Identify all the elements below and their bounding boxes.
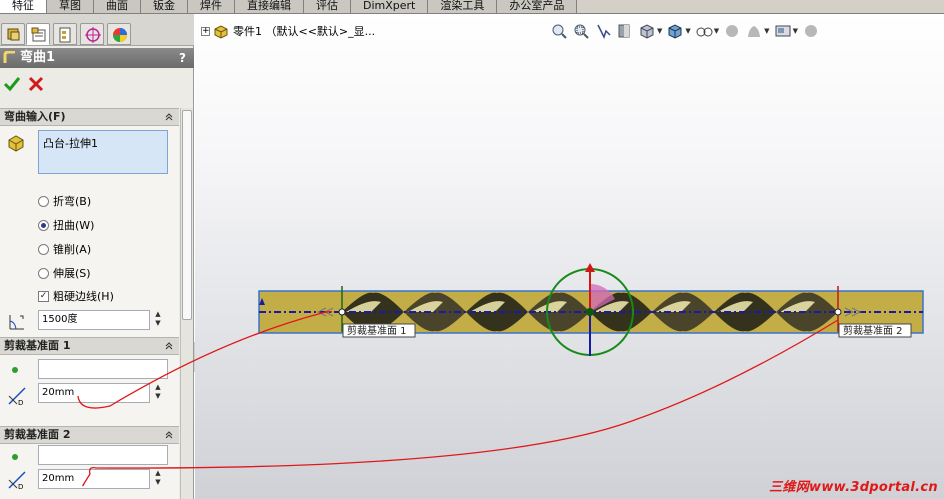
tab-6[interactable]: 评估 bbox=[304, 0, 351, 13]
dimxpert-manager-tab[interactable] bbox=[80, 23, 104, 45]
trim-plane-2-distance[interactable]: 20mm bbox=[42, 473, 74, 484]
trim-plane-2-callout: 剪裁基准面 2 bbox=[843, 324, 903, 337]
help-button[interactable]: ? bbox=[179, 48, 186, 68]
display-manager-icon bbox=[113, 28, 127, 42]
property-manager-tab[interactable] bbox=[26, 23, 50, 45]
flex-feature-icon bbox=[3, 51, 15, 63]
tab-5[interactable]: 直接编辑 bbox=[235, 0, 304, 13]
manager-tab-strip bbox=[0, 14, 194, 46]
bodies-selection-box[interactable]: 凸台-拉伸1 bbox=[38, 130, 168, 174]
trim-plane-1-title: 剪裁基准面 1 bbox=[4, 339, 71, 352]
bend-input-group: 凸台-拉伸1 折弯(B) 扭曲(W) 锥削(A) 伸展(S) ✓ 粗硬边线(H)… bbox=[0, 126, 179, 344]
trim-plane-1-distance[interactable]: 20mm bbox=[42, 387, 74, 398]
twist-angle-input[interactable]: 1500度 bbox=[38, 310, 150, 330]
tab-3[interactable]: 钣金 bbox=[141, 0, 188, 13]
panel-scrollbar[interactable] bbox=[180, 108, 193, 499]
site-watermark: 三维网www.3dportal.cn bbox=[769, 480, 938, 495]
feature-manager-icon bbox=[7, 28, 20, 41]
trim-plane-2-distance-input[interactable]: 20mm bbox=[38, 469, 150, 489]
option-label-fold: 折弯(B) bbox=[53, 195, 92, 208]
selected-body[interactable]: 凸台-拉伸1 bbox=[43, 137, 98, 150]
trim-plane-2-distance-spinner[interactable]: ▲ ▼ bbox=[152, 469, 164, 489]
feature-manager-tab[interactable] bbox=[1, 23, 25, 45]
trim-plane-1-reference-field[interactable] bbox=[38, 359, 168, 379]
bodies-selection-icon bbox=[8, 135, 24, 152]
twist-angle-spinner[interactable]: ▲ ▼ bbox=[152, 310, 164, 330]
trim-plane-1-handle[interactable] bbox=[338, 308, 346, 316]
twist-angle-icon bbox=[9, 315, 24, 330]
bend-option-taper[interactable]: 锥削(A) bbox=[38, 241, 91, 257]
trim-plane-2-handle[interactable] bbox=[834, 308, 842, 316]
bend-option-twist[interactable]: 扭曲(W) bbox=[38, 217, 94, 233]
svg-text:D: D bbox=[18, 399, 23, 407]
radio-stretch[interactable] bbox=[38, 267, 49, 279]
option-label-twist: 扭曲(W) bbox=[53, 219, 95, 232]
bend-option-fold[interactable]: 折弯(B) bbox=[38, 193, 91, 209]
radio-twist[interactable] bbox=[38, 219, 49, 231]
tab-1[interactable]: 草图 bbox=[47, 0, 94, 13]
trim-plane-1-distance-spinner[interactable]: ▲ ▼ bbox=[152, 383, 164, 403]
trim-plane-2-reference-field[interactable] bbox=[38, 445, 168, 465]
rigid-edges-option[interactable]: ✓ 粗硬边线(H) bbox=[38, 288, 114, 304]
svg-text:D: D bbox=[18, 483, 23, 491]
radio-taper[interactable] bbox=[38, 243, 49, 255]
dimxpert-manager-icon bbox=[85, 27, 101, 43]
trim-plane-1-group: D 20mm ▲ ▼ bbox=[0, 355, 179, 427]
triad-y-arrow bbox=[585, 263, 595, 272]
collapse-icon[interactable] bbox=[164, 429, 174, 445]
rigid-edges-checkbox[interactable]: ✓ bbox=[38, 290, 49, 302]
trim-distance-icon: D bbox=[8, 471, 26, 491]
trim-plane-2-group-header[interactable]: 剪裁基准面 2 bbox=[0, 426, 179, 444]
trim-distance-icon: D bbox=[8, 387, 26, 407]
trim-plane-2-title: 剪裁基准面 2 bbox=[4, 428, 71, 441]
bend-input-group-header[interactable]: 弯曲输入(F) bbox=[0, 108, 179, 126]
property-manager-panel: 弯曲1 ? 弯曲输入(F) 凸台-拉伸1 折弯(B) 扭曲(W) 锥削(A) 伸… bbox=[0, 14, 194, 499]
feature-name: 弯曲1 bbox=[20, 50, 56, 65]
radio-fold[interactable] bbox=[38, 195, 49, 207]
model-viewport: 剪裁基准面 1 剪裁基准面 2 bbox=[258, 263, 924, 356]
option-label-taper: 锥削(A) bbox=[53, 243, 92, 256]
option-label-stretch: 伸展(S) bbox=[53, 267, 91, 280]
rigid-edges-label: 粗硬边线(H) bbox=[53, 290, 114, 303]
trim-plane-1-distance-input[interactable]: 20mm bbox=[38, 383, 150, 403]
tab-0[interactable]: 特征 bbox=[0, 0, 47, 13]
collapse-icon[interactable] bbox=[164, 340, 174, 356]
twist-angle-value[interactable]: 1500度 bbox=[42, 314, 77, 325]
trim-plane-2-group: D 20mm ▲ ▼ bbox=[0, 444, 179, 499]
trim-plane-1-group-header[interactable]: 剪裁基准面 1 bbox=[0, 337, 179, 355]
cancel-button[interactable] bbox=[27, 76, 45, 92]
collapse-icon[interactable] bbox=[164, 111, 174, 127]
trim-plane-1-callout: 剪裁基准面 1 bbox=[347, 324, 407, 337]
tab-7[interactable]: DimXpert bbox=[351, 0, 429, 13]
configuration-manager-icon bbox=[59, 27, 71, 43]
tab-8[interactable]: 渲染工具 bbox=[428, 0, 498, 13]
scrollbar-thumb[interactable] bbox=[182, 110, 192, 320]
bend-option-stretch[interactable]: 伸展(S) bbox=[38, 265, 91, 281]
reference-point-icon bbox=[12, 367, 18, 373]
configuration-manager-tab[interactable] bbox=[53, 23, 77, 45]
property-manager-icon bbox=[31, 27, 46, 42]
triad-origin[interactable] bbox=[586, 308, 594, 316]
graphics-area[interactable]: + 零件1 （默认<<默认>_显... ▼ ▼ ▼ ▼ ▼ 剪裁基准面 1 剪裁基准面 … bbox=[195, 14, 944, 499]
ok-button[interactable] bbox=[3, 76, 21, 92]
bend-input-title: 弯曲输入(F) bbox=[4, 110, 66, 123]
command-manager-tabs: 特征 草图 曲面 钣金 焊件 直接编辑 评估 DimXpert 渲染工具 办公室产品 bbox=[0, 0, 944, 14]
tab-4[interactable]: 焊件 bbox=[188, 0, 235, 13]
tab-2[interactable]: 曲面 bbox=[94, 0, 141, 13]
reference-point-icon bbox=[12, 454, 18, 460]
tab-9[interactable]: 办公室产品 bbox=[497, 0, 578, 13]
display-manager-tab[interactable] bbox=[107, 23, 131, 45]
property-manager-title: 弯曲1 ? bbox=[0, 48, 194, 68]
